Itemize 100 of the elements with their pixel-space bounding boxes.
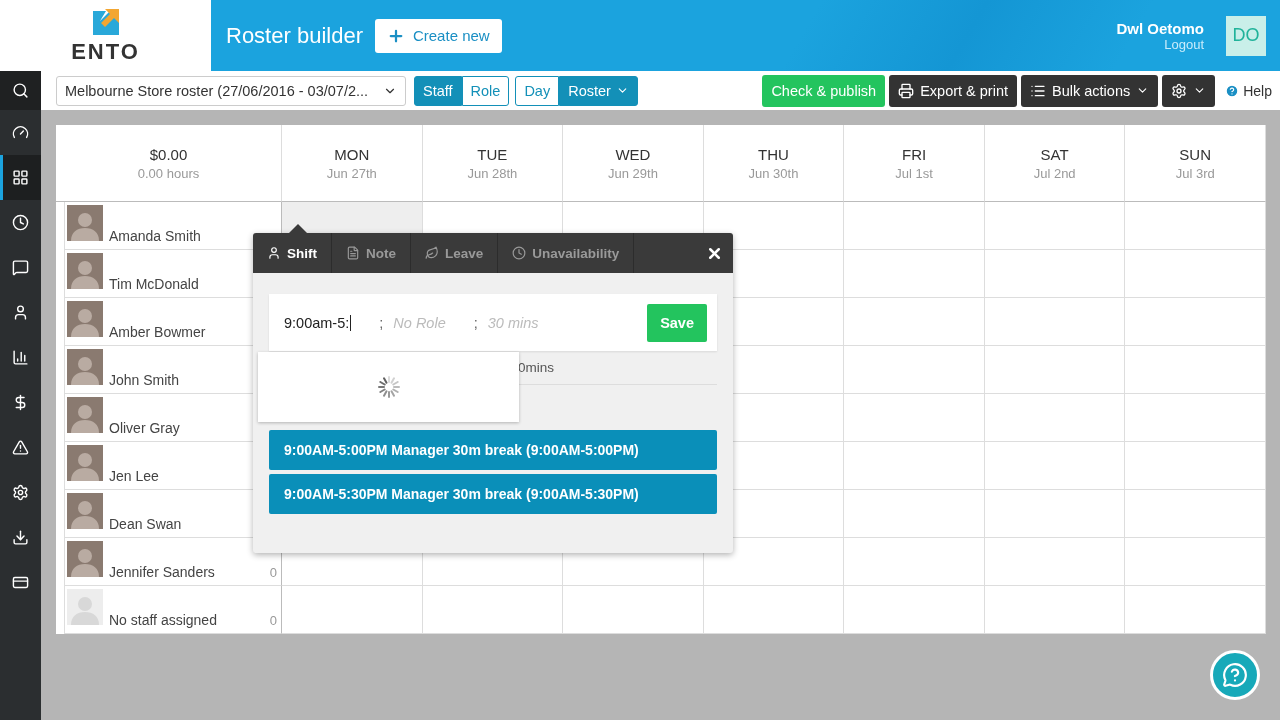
staff-name: Jennifer Sanders (109, 564, 216, 580)
shift-cell[interactable] (1125, 298, 1266, 346)
day-date: Jul 3rd (1175, 165, 1215, 181)
day-date: Jul 2nd (1033, 165, 1076, 181)
shift-cell[interactable] (422, 586, 564, 634)
shift-cell[interactable] (703, 586, 845, 634)
day-date: Jun 27th (326, 165, 377, 181)
shift-cell[interactable] (984, 442, 1126, 490)
question-bubble-icon (1222, 662, 1248, 688)
user-avatar[interactable]: DO (1226, 15, 1266, 56)
shift-input-field[interactable]: 9:00am-5: ; No Role ; 30 mins Save (269, 294, 717, 351)
day-name: SAT (1040, 145, 1069, 163)
mode-toggle[interactable]: Day (515, 75, 560, 106)
help-chat-button[interactable] (1210, 650, 1260, 700)
shift-cell[interactable] (1125, 442, 1266, 490)
search-icon (12, 82, 29, 99)
mode-toggle[interactable]: Roster (559, 75, 638, 106)
settings-button[interactable] (1162, 74, 1216, 107)
logo[interactable]: ENTO (0, 0, 211, 71)
shift-cell[interactable] (1125, 538, 1266, 586)
shift-cell[interactable] (984, 298, 1126, 346)
shift-cell[interactable] (984, 346, 1126, 394)
shift-cell[interactable] (282, 586, 423, 634)
day-date: Jun 29th (608, 165, 658, 181)
staff-name: Tim McDonald (109, 276, 200, 292)
shift-cell[interactable] (984, 202, 1126, 250)
popup-tab[interactable]: Leave (411, 233, 499, 273)
staff-name: No staff assigned (109, 612, 218, 628)
gauge-icon (12, 124, 29, 141)
shift-cell[interactable] (844, 586, 985, 634)
shift-cell[interactable] (844, 442, 985, 490)
day-name: FRI (901, 145, 927, 163)
settings-icon (12, 484, 29, 501)
shift-cell[interactable] (563, 586, 704, 634)
view-toggle[interactable]: Staff (414, 75, 462, 106)
help-link[interactable]: Help (1225, 82, 1272, 99)
settings-icon (1171, 82, 1188, 99)
shift-cell[interactable] (1125, 202, 1266, 250)
clock-icon (12, 214, 29, 231)
separator: ; (473, 314, 478, 331)
day-name: WED (615, 145, 651, 163)
shift-cell[interactable] (1125, 394, 1266, 442)
shift-cell[interactable] (984, 250, 1126, 298)
bulk-actions-button[interactable]: Bulk actions (1021, 74, 1159, 107)
shift-cell[interactable] (844, 538, 985, 586)
person-icon (12, 304, 29, 321)
day-name: TUE (477, 145, 508, 163)
shift-cell[interactable] (984, 538, 1126, 586)
shift-cell[interactable] (844, 490, 985, 538)
save-button[interactable]: Save (647, 303, 707, 342)
shift-cell[interactable] (1125, 490, 1266, 538)
shift-cell[interactable] (1125, 586, 1266, 634)
document-icon (346, 246, 360, 260)
staff-name: Jen Lee (109, 468, 160, 484)
staff-name: John Smith (109, 372, 181, 388)
speech-bubble-icon (12, 259, 29, 276)
create-new-button[interactable]: Create new (374, 18, 502, 53)
loading-spinner-icon (376, 375, 401, 399)
day-name: THU (758, 145, 789, 163)
popup-tab[interactable]: Unavailability (498, 233, 635, 273)
export-print-button[interactable]: Export & print (889, 74, 1017, 107)
shift-suggestion[interactable]: 9:00AM-5:30PM Manager 30m break (9:00AM-5:30PM) (269, 474, 717, 514)
leaf-icon (425, 246, 439, 260)
warning-icon (12, 439, 29, 456)
shift-cell[interactable] (1125, 250, 1266, 298)
shift-cell[interactable] (844, 346, 985, 394)
sidebar-item[interactable] (0, 155, 41, 200)
shift-cell[interactable] (984, 394, 1126, 442)
page-title: Roster builder (226, 22, 363, 49)
popup-tab[interactable]: Shift (253, 233, 332, 273)
shift-suggestion[interactable]: 9:00AM-5:00PM Manager 30m break (9:00AM-5:00PM) (269, 430, 717, 470)
user-name: Dwl Oetomo (1116, 19, 1204, 37)
shift-cell[interactable] (703, 538, 845, 586)
view-toggle[interactable]: Role (461, 75, 510, 106)
grid-icon (12, 169, 29, 186)
person-icon (267, 246, 281, 260)
bar-chart-icon (12, 349, 29, 366)
shift-cell[interactable] (984, 586, 1126, 634)
roster-select[interactable]: Melbourne Store roster (27/06/2016 - 03/07/2... (56, 75, 406, 106)
logout-link[interactable]: Logout (1164, 36, 1204, 52)
shift-cell[interactable] (844, 298, 985, 346)
staff-name: Oliver Gray (109, 420, 181, 436)
staff-hours: 0 (269, 565, 277, 580)
shift-cell[interactable] (984, 490, 1126, 538)
tray-arrow-icon (12, 529, 29, 546)
break-hint: 0mins (518, 360, 554, 375)
staff-name: Amanda Smith (109, 228, 202, 244)
staff-name: Amber Bowmer (109, 324, 207, 340)
shift-cell[interactable] (844, 394, 985, 442)
popup-tab[interactable]: Note (332, 233, 411, 273)
card-icon (12, 574, 29, 591)
shift-cell[interactable] (1125, 346, 1266, 394)
day-date: Jul 1st (895, 165, 933, 181)
sidebar-item[interactable] (0, 71, 41, 110)
check-publish-button[interactable]: Check & publish (762, 74, 886, 107)
total-cost: $0.00 (149, 145, 188, 163)
shift-cell[interactable] (844, 250, 985, 298)
separator: ; (379, 314, 384, 331)
staff-name: Dean Swan (109, 516, 183, 532)
shift-cell[interactable] (844, 202, 985, 250)
